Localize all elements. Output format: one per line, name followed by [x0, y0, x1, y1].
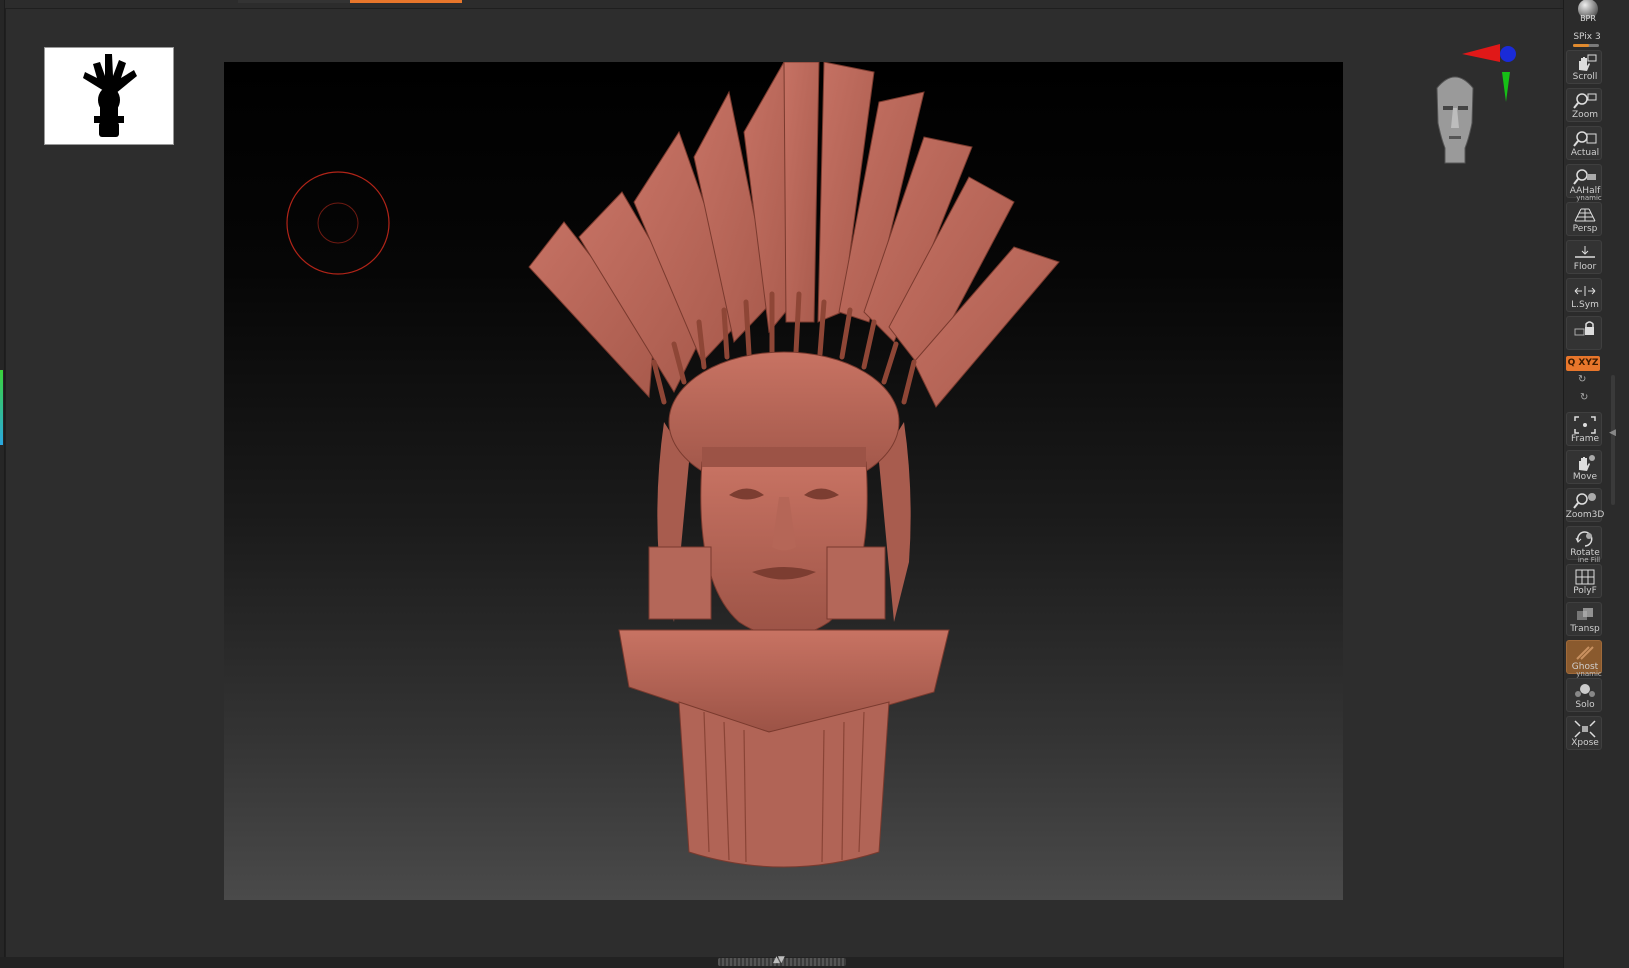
solo-button[interactable]: ynamic Solo [1566, 670, 1602, 712]
persp-tag: ynamic [1576, 194, 1602, 202]
spix-slider-fill [1573, 44, 1589, 47]
magnifier-3d-icon [1573, 493, 1596, 509]
scroll-button[interactable]: Scroll [1566, 50, 1602, 84]
hand-scroll-icon [1579, 54, 1597, 71]
polyframe-grid-icon [1575, 569, 1595, 585]
ghost-button[interactable]: Ghost [1566, 640, 1602, 674]
magnifier-actual-icon [1573, 131, 1597, 147]
persp-label: Persp [1572, 224, 1598, 234]
brush-cursor-icon [286, 171, 390, 275]
magnifier-half-icon [1573, 169, 1596, 185]
zoom-button[interactable]: Zoom [1566, 88, 1602, 122]
move-label: Move [1572, 472, 1598, 482]
polyf-button[interactable]: ine Fill PolyF [1566, 556, 1602, 598]
aahalf-button[interactable]: AAHalf [1566, 164, 1602, 198]
zoom3d-button[interactable]: Zoom3D [1566, 488, 1604, 522]
transp-button[interactable]: Transp [1566, 602, 1602, 636]
top-strip [0, 0, 1560, 8]
floor-label: Floor [1573, 262, 1597, 272]
shelf-collapse-arrow[interactable]: ◀ [1609, 428, 1616, 438]
rotate-z-icon[interactable]: ↻ [1580, 392, 1588, 403]
transp-label: Transp [1570, 624, 1600, 634]
polyf-label: PolyF [1573, 586, 1597, 596]
magnifier-icon [1573, 93, 1597, 109]
document-tab-active[interactable] [350, 0, 462, 3]
hand-move-icon [1579, 455, 1595, 471]
frame-corners-icon [1574, 416, 1596, 434]
sculpt-model [528, 62, 1060, 868]
rotate-icon [1575, 531, 1593, 547]
document-tab-1[interactable] [238, 0, 350, 3]
move-button[interactable]: Move [1566, 450, 1602, 484]
polyf-tag: ine Fill [1577, 556, 1601, 564]
actual-button[interactable]: Actual [1566, 126, 1602, 160]
solo-tag: ynamic [1576, 670, 1602, 678]
symmetry-arrows-icon [1574, 286, 1596, 296]
xyz-symmetry-button[interactable]: Q XYZ [1566, 356, 1600, 371]
bpr-sphere-icon[interactable]: BPR [1574, 0, 1602, 22]
ghost-icon [1576, 646, 1594, 660]
thumbnail-preview[interactable] [44, 47, 174, 145]
tray-toggle-arrows-icon[interactable]: ▲▼ [773, 955, 785, 965]
lsym-button[interactable]: L.Sym [1566, 278, 1602, 312]
solo-label: Solo [1575, 700, 1595, 710]
rotate-y-icon[interactable]: ↻ [1578, 374, 1586, 385]
left-accent-bar [0, 370, 3, 445]
xpose-label: Xpose [1571, 738, 1599, 748]
transparency-icon [1577, 608, 1593, 620]
zoom-label: Zoom [1572, 110, 1598, 120]
lsym-label: L.Sym [1571, 300, 1599, 310]
solo-spheres-icon [1575, 684, 1595, 697]
scroll-label: Scroll [1572, 72, 1598, 82]
rotate-button[interactable]: Rotate [1566, 526, 1602, 560]
floor-button[interactable]: Floor [1566, 240, 1602, 274]
silhouette-icon [83, 54, 137, 137]
lock-icon [1574, 321, 1594, 336]
bpr-label: BPR [1580, 14, 1596, 22]
floor-icon [1575, 246, 1595, 258]
spix-label[interactable]: SPix 3 [1565, 32, 1609, 42]
frame-button[interactable]: Frame [1566, 412, 1602, 446]
zoom3d-label: Zoom3D [1565, 510, 1605, 520]
lock-button[interactable] [1566, 316, 1602, 350]
viewport-canvas[interactable] [224, 62, 1343, 900]
xpose-arrows-icon [1574, 720, 1596, 738]
axis-gyro-icon[interactable] [1462, 40, 1532, 110]
xpose-button[interactable]: Xpose [1566, 716, 1602, 750]
perspective-grid-icon [1574, 208, 1596, 222]
persp-button[interactable]: ynamic Persp [1566, 194, 1602, 236]
shelf-scrollbar[interactable] [1611, 375, 1615, 505]
spix-slider[interactable] [1573, 44, 1599, 47]
actual-label: Actual [1570, 148, 1600, 158]
frame-label: Frame [1570, 434, 1600, 444]
